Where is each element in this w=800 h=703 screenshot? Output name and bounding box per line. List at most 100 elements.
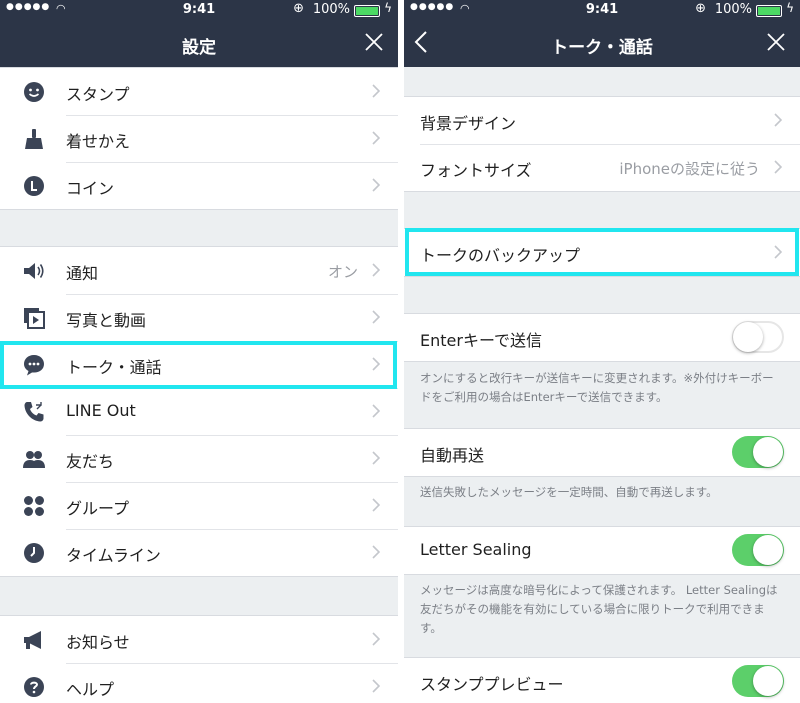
close-icon[interactable] — [362, 30, 386, 54]
chevron-right-icon — [372, 498, 380, 512]
enter-send-toggle[interactable] — [732, 321, 784, 353]
chevron-right-icon — [774, 160, 782, 174]
settings-item-help[interactable]: ヘルプ — [0, 663, 398, 703]
settings-item-friends[interactable]: 友だち — [0, 435, 398, 482]
status-bar: ●●●●● ◠ 9:41 ⊕ 100% ϟ — [0, 0, 398, 20]
enter-send-label: Enterキーで送信 — [420, 331, 542, 350]
settings-item-label: トーク・通話 — [66, 358, 162, 377]
backup-label: トークのバックアップ — [420, 246, 581, 265]
letter-sealing-toggle[interactable] — [732, 534, 784, 566]
settings-item-announcements[interactable]: お知らせ — [0, 616, 398, 663]
settings-item-timeline[interactable]: タイムライン — [0, 529, 398, 576]
letter-sealing-label: Letter Sealing — [420, 540, 532, 559]
photo-video-icon — [24, 308, 45, 329]
chevron-right-icon — [372, 679, 380, 693]
talk-group-enter-send: Enterキーで送信 — [404, 313, 800, 362]
talk-settings-screen: ●●●●● ◠ 9:41 ⊕ 100% ϟ トーク・通話 背景デザイン フォント… — [404, 0, 800, 703]
page-title: トーク・通話 — [551, 38, 653, 58]
smiley-icon — [24, 82, 44, 102]
talk-item-letter-sealing: Letter Sealing — [404, 527, 800, 574]
rotation-lock-icon: ⊕ — [293, 1, 304, 16]
toggle-knob — [733, 322, 763, 352]
chevron-right-icon — [372, 131, 380, 145]
settings-item-label: スタンプ — [66, 85, 130, 104]
battery-percent: 100% — [312, 2, 350, 17]
settings-item-label: お知らせ — [66, 633, 130, 652]
background-design-label: 背景デザイン — [420, 114, 517, 133]
chevron-right-icon — [774, 245, 782, 259]
phone-out-icon — [24, 402, 44, 422]
talk-group-display: 背景デザイン フォントサイズ iPhoneの設定に従う — [404, 96, 800, 192]
talk-item-enter-send: Enterキーで送信 — [404, 314, 800, 361]
settings-item-label: LINE Out — [66, 401, 136, 420]
friends-icon — [23, 451, 45, 468]
settings-item-label: タイムライン — [66, 546, 161, 565]
chat-bubble-icon — [24, 355, 44, 376]
settings-item-photos-videos[interactable]: 写真と動画 — [0, 294, 398, 341]
chevron-right-icon — [372, 357, 380, 371]
chevron-right-icon — [372, 545, 380, 559]
talk-group-backup: トークのバックアップ — [404, 228, 800, 277]
font-size-label: フォントサイズ — [420, 161, 532, 180]
help-icon — [24, 677, 44, 697]
settings-group-1: スタンプ 着せかえ コイン — [0, 67, 398, 210]
status-bar: ●●●●● ◠ 9:41 ⊕ 100% ϟ — [404, 0, 800, 20]
settings-item-label: 友だち — [66, 452, 115, 471]
settings-item-label: 着せかえ — [66, 132, 131, 151]
battery-percent: 100% — [714, 2, 752, 17]
sticker-preview-toggle[interactable] — [732, 665, 784, 697]
settings-item-label: グループ — [66, 499, 130, 518]
talk-item-background-design[interactable]: 背景デザイン — [404, 97, 800, 144]
enter-send-note: オンにすると改行キーが送信キーに変更されます。※外付けキーボードをご利用の場合は… — [420, 371, 774, 404]
battery-icon — [756, 5, 782, 17]
battery-icon — [354, 5, 380, 17]
settings-item-label: コイン — [66, 179, 115, 198]
settings-item-theme[interactable]: 着せかえ — [0, 115, 398, 162]
settings-item-label: 通知 — [66, 264, 99, 283]
talk-item-font-size[interactable]: フォントサイズ iPhoneの設定に従う — [404, 144, 800, 191]
chevron-right-icon — [372, 404, 380, 418]
settings-item-stamp[interactable]: スタンプ — [0, 68, 398, 115]
chevron-right-icon — [372, 263, 380, 277]
chevron-right-icon — [372, 84, 380, 98]
chevron-right-icon — [372, 178, 380, 192]
clock-icon — [24, 543, 44, 563]
chevron-right-icon — [774, 113, 782, 127]
toggle-knob — [753, 535, 783, 565]
brush-icon — [25, 129, 43, 149]
chevron-right-icon — [372, 310, 380, 324]
speaker-icon — [24, 263, 44, 279]
talk-group-auto-resend: 自動再送 — [404, 428, 800, 477]
settings-item-line-out[interactable]: LINE Out — [0, 388, 398, 435]
auto-resend-note: 送信失敗したメッセージを一定時間、自動で再送します。 — [420, 485, 718, 499]
font-size-value: iPhoneの設定に従う — [619, 160, 760, 178]
notification-status-value: オン — [327, 263, 358, 281]
charging-icon: ϟ — [786, 1, 794, 15]
toggle-knob — [753, 666, 783, 696]
chevron-right-icon — [372, 632, 380, 646]
page-title: 設定 — [182, 38, 216, 58]
talk-item-sticker-preview: スタンププレビュー — [404, 658, 800, 703]
settings-item-coin[interactable]: コイン — [0, 162, 398, 209]
letter-sealing-note: メッセージは高度な暗号化によって保護されます。 Letter Sealingは友… — [420, 583, 778, 635]
group-icon — [24, 496, 44, 516]
sticker-preview-label: スタンププレビュー — [420, 675, 564, 694]
talk-group-sticker-preview: スタンププレビュー — [404, 657, 800, 703]
nav-bar: 設定 — [0, 20, 398, 67]
toggle-knob — [753, 437, 783, 467]
settings-group-3: お知らせ ヘルプ — [0, 615, 398, 703]
rotation-lock-icon: ⊕ — [695, 1, 706, 16]
auto-resend-label: 自動再送 — [420, 446, 485, 465]
close-icon[interactable] — [764, 30, 788, 54]
settings-item-groups[interactable]: グループ — [0, 482, 398, 529]
settings-item-label: 写真と動画 — [66, 311, 147, 330]
talk-item-backup[interactable]: トークのバックアップ — [404, 229, 800, 276]
settings-item-talk-call[interactable]: トーク・通話 — [0, 341, 398, 388]
megaphone-icon — [24, 631, 41, 649]
nav-bar: トーク・通話 — [404, 20, 800, 67]
settings-screen: ●●●●● ◠ 9:41 ⊕ 100% ϟ 設定 スタンプ 着せかえ コイン 通… — [0, 0, 398, 703]
talk-item-auto-resend: 自動再送 — [404, 429, 800, 476]
settings-item-notifications[interactable]: 通知 オン — [0, 247, 398, 294]
auto-resend-toggle[interactable] — [732, 436, 784, 468]
settings-item-label: ヘルプ — [66, 680, 115, 699]
